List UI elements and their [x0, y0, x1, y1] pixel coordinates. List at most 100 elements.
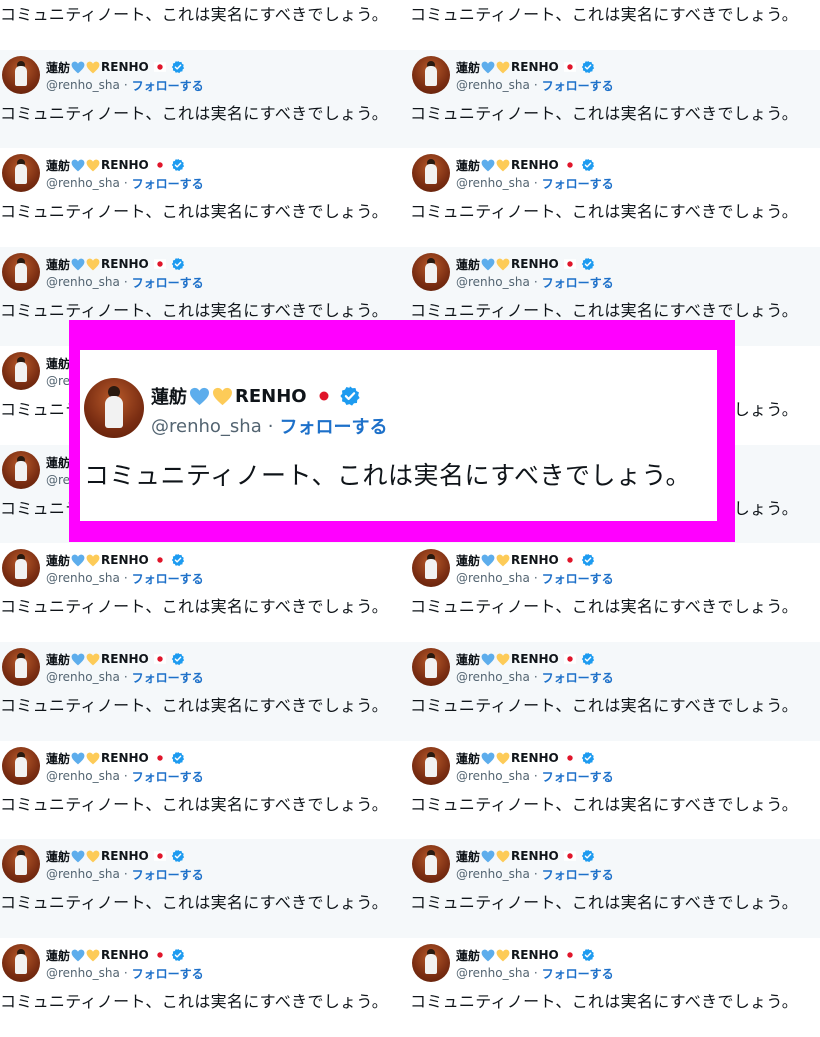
display-name-suffix[interactable]: RENHO: [511, 158, 559, 172]
display-name[interactable]: 蓮舫: [456, 256, 480, 273]
display-name[interactable]: 蓮舫: [46, 848, 70, 865]
avatar[interactable]: [2, 352, 40, 390]
display-name[interactable]: 蓮舫: [46, 59, 70, 76]
display-name-suffix[interactable]: RENHO: [101, 751, 149, 765]
follow-button[interactable]: フォローする: [132, 669, 204, 686]
tweet-text: コミュニティノート、これは実名にすべきでしょう。: [410, 795, 799, 814]
follow-button[interactable]: フォローする: [542, 274, 614, 291]
follow-button[interactable]: フォローする: [542, 77, 614, 94]
display-name-suffix[interactable]: RENHO: [101, 849, 149, 863]
japan-flag-icon: [563, 850, 576, 862]
display-name[interactable]: 蓮舫: [46, 355, 70, 372]
display-name-suffix[interactable]: RENHO: [101, 257, 149, 271]
handle[interactable]: @renho_sha: [456, 571, 530, 585]
avatar[interactable]: [2, 253, 40, 291]
display-name-suffix[interactable]: RENHO: [101, 652, 149, 666]
display-name[interactable]: 蓮舫: [456, 848, 480, 865]
avatar[interactable]: [2, 451, 40, 489]
avatar[interactable]: [84, 378, 144, 438]
follow-button[interactable]: フォローする: [132, 965, 204, 982]
handle[interactable]: @renho_sha: [151, 416, 262, 437]
follow-button[interactable]: フォローする: [132, 175, 204, 192]
handle[interactable]: @renho_sha: [46, 867, 120, 881]
follow-button[interactable]: フォローする: [542, 669, 614, 686]
avatar[interactable]: [412, 648, 450, 686]
tweet-text: コミュニティノート、これは実名にすべきでしょう。: [410, 696, 799, 715]
display-name-suffix[interactable]: RENHO: [101, 158, 149, 172]
follow-button[interactable]: フォローする: [542, 866, 614, 883]
avatar[interactable]: [412, 845, 450, 883]
handle[interactable]: @renho_sha: [46, 966, 120, 980]
follow-button[interactable]: フォローする: [132, 77, 204, 94]
display-name[interactable]: 蓮舫: [46, 651, 70, 668]
follow-button[interactable]: フォローする: [542, 965, 614, 982]
handle[interactable]: @renho_sha: [46, 571, 120, 585]
avatar[interactable]: [412, 747, 450, 785]
follow-button[interactable]: フォローする: [132, 570, 204, 587]
avatar[interactable]: [2, 648, 40, 686]
display-name-suffix[interactable]: RENHO: [101, 948, 149, 962]
follow-button[interactable]: フォローする: [542, 175, 614, 192]
tweet-text: コミュニティノート、これは実名にすべきでしょう。: [410, 301, 799, 320]
handle[interactable]: @renho_sha: [46, 78, 120, 92]
avatar[interactable]: [412, 154, 450, 192]
display-name[interactable]: 蓮舫: [456, 750, 480, 767]
display-name[interactable]: 蓮舫: [46, 552, 70, 569]
display-name-suffix[interactable]: RENHO: [511, 849, 559, 863]
display-name[interactable]: 蓮舫: [46, 256, 70, 273]
display-name-suffix[interactable]: RENHO: [235, 386, 307, 407]
handle[interactable]: @renho_sha: [456, 966, 530, 980]
display-name-suffix[interactable]: RENHO: [511, 751, 559, 765]
avatar[interactable]: [2, 845, 40, 883]
follow-button[interactable]: フォローする: [132, 768, 204, 785]
handle[interactable]: @renho_sha: [456, 176, 530, 190]
yellow-heart-icon: [86, 258, 100, 271]
handle-row: @renho_sha· フォローする: [46, 274, 204, 290]
follow-button[interactable]: フォローする: [542, 768, 614, 785]
display-name[interactable]: 蓮舫: [456, 651, 480, 668]
display-name[interactable]: 蓮舫: [456, 157, 480, 174]
display-name-suffix[interactable]: RENHO: [511, 948, 559, 962]
handle[interactable]: @renho_sha: [46, 670, 120, 684]
handle[interactable]: @renho_sha: [456, 769, 530, 783]
japan-flag-icon: [153, 949, 166, 961]
tweet-text: コミュニティノート、これは実名にすべきでしょう。: [84, 461, 692, 490]
follow-button[interactable]: フォローする: [279, 413, 387, 439]
follow-button[interactable]: フォローする: [132, 274, 204, 291]
display-name-row: 蓮舫 RENHO: [46, 156, 185, 174]
avatar[interactable]: [412, 253, 450, 291]
follow-button[interactable]: フォローする: [132, 866, 204, 883]
avatar[interactable]: [2, 747, 40, 785]
display-name-suffix[interactable]: RENHO: [101, 553, 149, 567]
handle[interactable]: @renho_sha: [456, 78, 530, 92]
display-name[interactable]: 蓮舫: [456, 552, 480, 569]
follow-button[interactable]: フォローする: [542, 570, 614, 587]
display-name[interactable]: 蓮舫: [46, 157, 70, 174]
handle[interactable]: @renho_sha: [46, 176, 120, 190]
display-name-suffix[interactable]: RENHO: [511, 60, 559, 74]
display-name[interactable]: 蓮舫: [456, 59, 480, 76]
handle[interactable]: @renho_sha: [456, 670, 530, 684]
avatar[interactable]: [412, 944, 450, 982]
handle[interactable]: @renho_sha: [46, 769, 120, 783]
blue-heart-icon: [481, 61, 495, 74]
avatar[interactable]: [2, 154, 40, 192]
display-name-suffix[interactable]: RENHO: [511, 652, 559, 666]
display-name-suffix[interactable]: RENHO: [101, 60, 149, 74]
avatar[interactable]: [412, 549, 450, 587]
avatar[interactable]: [2, 549, 40, 587]
avatar[interactable]: [2, 56, 40, 94]
display-name-suffix[interactable]: RENHO: [511, 553, 559, 567]
handle[interactable]: @renho_sha: [456, 867, 530, 881]
avatar[interactable]: [2, 944, 40, 982]
display-name[interactable]: 蓮舫: [151, 383, 187, 409]
display-name[interactable]: 蓮舫: [46, 750, 70, 767]
display-name-suffix[interactable]: RENHO: [511, 257, 559, 271]
handle[interactable]: @renho_sha: [456, 275, 530, 289]
handle[interactable]: @renho_sha: [46, 275, 120, 289]
display-name[interactable]: 蓮舫: [46, 454, 70, 471]
avatar[interactable]: [412, 56, 450, 94]
display-name[interactable]: 蓮舫: [456, 947, 480, 964]
verified-badge-icon: [581, 257, 595, 271]
display-name[interactable]: 蓮舫: [46, 947, 70, 964]
